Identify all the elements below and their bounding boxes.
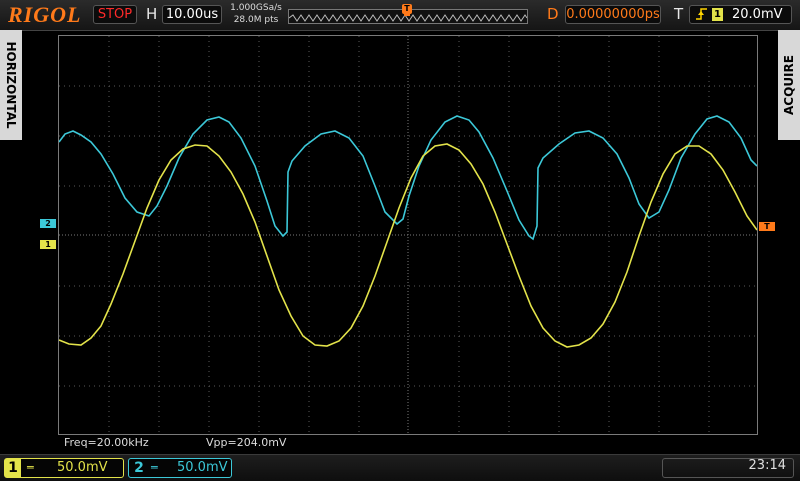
acquire-menu-tab[interactable]: ACQUIRE xyxy=(778,30,800,140)
trigger-level: 20.0mV xyxy=(732,7,783,22)
sample-rate: 1.000GSa/s xyxy=(230,3,282,13)
channel-2-scale: 50.0mV xyxy=(177,460,228,475)
trigger-position-top-marker[interactable]: T xyxy=(402,4,412,14)
acquire-menu-label: ACQUIRE xyxy=(782,55,796,115)
delay-label: D xyxy=(547,5,559,23)
trigger-settings[interactable]: 1 20.0mV xyxy=(689,5,792,24)
channel-1-scale: 50.0mV xyxy=(57,460,108,475)
run-stop-status[interactable]: STOP xyxy=(93,5,137,24)
horizontal-label: H xyxy=(146,5,158,23)
brand-logo: RIGOL xyxy=(8,2,82,27)
delay-value[interactable]: 0.00000000ps xyxy=(565,5,661,24)
vpp-measurement: Vpp=204.0mV xyxy=(206,436,287,449)
memory-depth: 28.0M pts xyxy=(233,15,279,25)
channel-2-number: 2 xyxy=(134,460,144,476)
timebase-value[interactable]: 10.00us xyxy=(162,5,222,24)
rising-edge-icon xyxy=(696,7,708,27)
horizontal-menu-label: HORIZONTAL xyxy=(4,41,18,129)
trigger-label: T xyxy=(674,5,684,23)
frequency-measurement: Freq=20.00kHz xyxy=(64,436,149,449)
trigger-level-marker[interactable]: T xyxy=(759,222,775,231)
channel-status-bar: 1 ═ 50.0mV 2 ═ 50.0mV xyxy=(0,454,800,481)
top-status-bar: RIGOL STOP H 10.00us 1.000GSa/s 28.0M pt… xyxy=(0,0,800,31)
channel-1-number: 1 xyxy=(5,459,21,477)
waveform-display[interactable] xyxy=(58,35,758,435)
dc-coupling-icon: ═ xyxy=(27,461,34,474)
horizontal-menu-tab[interactable]: HORIZONTAL xyxy=(0,30,22,140)
channel-2-offset-marker[interactable]: 2 xyxy=(40,219,56,228)
channel-1-offset-marker[interactable]: 1 xyxy=(40,240,56,249)
channel-2-settings[interactable]: 2 ═ 50.0mV xyxy=(128,458,232,478)
trigger-source-badge: 1 xyxy=(712,8,723,21)
acquisition-info: 1.000GSa/s 28.0M pts xyxy=(228,2,284,26)
channel-1-settings[interactable]: 1 ═ 50.0mV xyxy=(4,458,124,478)
clock: 23:14 xyxy=(748,458,786,473)
dc-coupling-icon: ═ xyxy=(151,461,158,474)
graticule xyxy=(59,36,757,434)
